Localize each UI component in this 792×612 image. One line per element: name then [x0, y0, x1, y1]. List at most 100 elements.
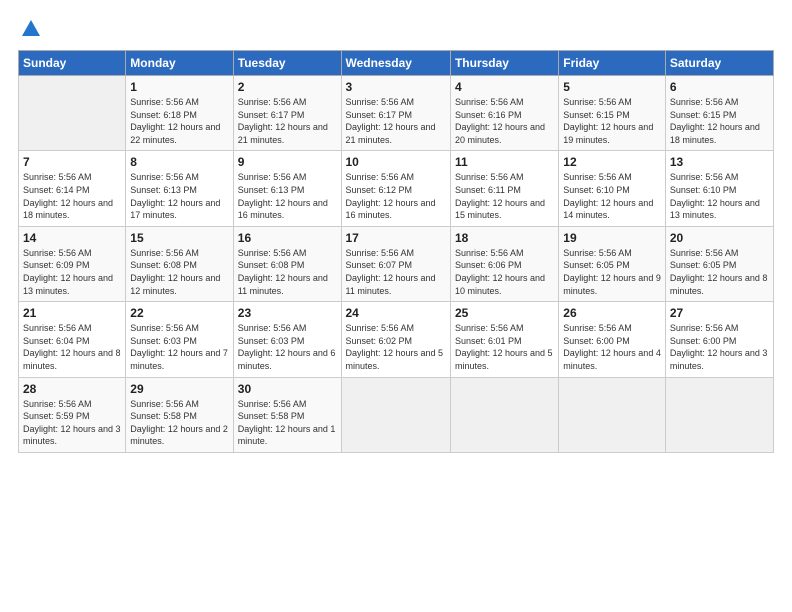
- calendar-cell: 29 Sunrise: 5:56 AM Sunset: 5:58 PM Dayli…: [126, 377, 233, 452]
- calendar-cell: 17 Sunrise: 5:56 AM Sunset: 6:07 PM Dayli…: [341, 226, 450, 301]
- calendar-cell: 21 Sunrise: 5:56 AM Sunset: 6:04 PM Dayli…: [19, 302, 126, 377]
- calendar-cell: 2Sunrise: 5:56 AM Sunset: 6:17 PM Daylig…: [233, 76, 341, 151]
- day-info: Sunrise: 5:56 AM Sunset: 6:18 PM Dayligh…: [130, 96, 228, 146]
- calendar-cell: [559, 377, 666, 452]
- calendar-cell: 4 Sunrise: 5:56 AM Sunset: 6:16 PM Daylig…: [450, 76, 558, 151]
- day-info: Sunrise: 5:56 AM Sunset: 6:16 PM Dayligh…: [455, 96, 554, 146]
- day-info: Sunrise: 5:56 AM Sunset: 6:11 PM Dayligh…: [455, 171, 554, 221]
- day-info: Sunrise: 5:56 AM Sunset: 6:12 PM Dayligh…: [346, 171, 446, 221]
- day-number: 28: [23, 382, 121, 396]
- calendar-cell: 3 Sunrise: 5:56 AM Sunset: 6:17 PM Daylig…: [341, 76, 450, 151]
- calendar-body: 1 Sunrise: 5:56 AM Sunset: 6:18 PM Daylig…: [19, 76, 774, 453]
- day-number: 29: [130, 382, 228, 396]
- calendar-cell: 23Sunrise: 5:56 AM Sunset: 6:03 PM Dayli…: [233, 302, 341, 377]
- weekday-header-wednesday: Wednesday: [341, 51, 450, 76]
- day-info: Sunrise: 5:56 AM Sunset: 6:08 PM Dayligh…: [238, 247, 337, 297]
- calendar-cell: 12 Sunrise: 5:56 AM Sunset: 6:10 PM Dayli…: [559, 151, 666, 226]
- calendar-cell: 15 Sunrise: 5:56 AM Sunset: 6:08 PM Dayli…: [126, 226, 233, 301]
- calendar-table: SundayMondayTuesdayWednesdayThursdayFrid…: [18, 50, 774, 453]
- calendar-page: SundayMondayTuesdayWednesdayThursdayFrid…: [0, 0, 792, 612]
- day-info: Sunrise: 5:56 AM Sunset: 6:06 PM Dayligh…: [455, 247, 554, 297]
- calendar-cell: 14 Sunrise: 5:56 AM Sunset: 6:09 PM Dayli…: [19, 226, 126, 301]
- logo-icon: [20, 18, 42, 40]
- day-number: 20: [670, 231, 769, 245]
- day-info: Sunrise: 5:56 AM Sunset: 6:14 PM Dayligh…: [23, 171, 121, 221]
- day-info: Sunrise: 5:56 AM Sunset: 6:10 PM Dayligh…: [563, 171, 661, 221]
- day-info: Sunrise: 5:56 AM Sunset: 6:03 PM Dayligh…: [130, 322, 228, 372]
- calendar-cell: 11 Sunrise: 5:56 AM Sunset: 6:11 PM Dayli…: [450, 151, 558, 226]
- calendar-cell: 30 Sunrise: 5:56 AM Sunset: 5:58 PM Dayli…: [233, 377, 341, 452]
- day-number: 4: [455, 80, 554, 94]
- calendar-cell: 28 Sunrise: 5:56 AM Sunset: 5:59 PM Dayli…: [19, 377, 126, 452]
- day-number: 11: [455, 155, 554, 169]
- day-info: Sunrise: 5:56 AM Sunset: 6:10 PM Dayligh…: [670, 171, 769, 221]
- day-number: 9: [238, 155, 337, 169]
- weekday-header-monday: Monday: [126, 51, 233, 76]
- calendar-cell: 8 Sunrise: 5:56 AM Sunset: 6:13 PM Daylig…: [126, 151, 233, 226]
- logo: [18, 18, 42, 40]
- calendar-cell: 10 Sunrise: 5:56 AM Sunset: 6:12 PM Dayli…: [341, 151, 450, 226]
- day-number: 8: [130, 155, 228, 169]
- day-info: Sunrise: 5:56 AM Sunset: 6:17 PM Dayligh…: [346, 96, 446, 146]
- calendar-cell: [450, 377, 558, 452]
- weekday-header-saturday: Saturday: [665, 51, 773, 76]
- day-number: 17: [346, 231, 446, 245]
- calendar-cell: 18 Sunrise: 5:56 AM Sunset: 6:06 PM Dayli…: [450, 226, 558, 301]
- day-number: 7: [23, 155, 121, 169]
- day-number: 19: [563, 231, 661, 245]
- day-number: 30: [238, 382, 337, 396]
- day-number: 1: [130, 80, 228, 94]
- calendar-cell: 27Sunrise: 5:56 AM Sunset: 6:00 PM Dayli…: [665, 302, 773, 377]
- calendar-cell: 6 Sunrise: 5:56 AM Sunset: 6:15 PM Daylig…: [665, 76, 773, 151]
- day-number: 21: [23, 306, 121, 320]
- week-row-3: 14 Sunrise: 5:56 AM Sunset: 6:09 PM Dayli…: [19, 226, 774, 301]
- day-info: Sunrise: 5:56 AM Sunset: 5:58 PM Dayligh…: [238, 398, 337, 448]
- day-info: Sunrise: 5:56 AM Sunset: 5:59 PM Dayligh…: [23, 398, 121, 448]
- day-number: 2: [238, 80, 337, 94]
- calendar-cell: 22Sunrise: 5:56 AM Sunset: 6:03 PM Dayli…: [126, 302, 233, 377]
- day-info: Sunrise: 5:56 AM Sunset: 6:05 PM Dayligh…: [563, 247, 661, 297]
- day-info: Sunrise: 5:56 AM Sunset: 6:04 PM Dayligh…: [23, 322, 121, 372]
- weekday-header-friday: Friday: [559, 51, 666, 76]
- day-number: 12: [563, 155, 661, 169]
- day-info: Sunrise: 5:56 AM Sunset: 6:07 PM Dayligh…: [346, 247, 446, 297]
- day-number: 16: [238, 231, 337, 245]
- calendar-cell: 16 Sunrise: 5:56 AM Sunset: 6:08 PM Dayli…: [233, 226, 341, 301]
- day-number: 3: [346, 80, 446, 94]
- calendar-cell: 9Sunrise: 5:56 AM Sunset: 6:13 PM Daylig…: [233, 151, 341, 226]
- calendar-cell: 7 Sunrise: 5:56 AM Sunset: 6:14 PM Daylig…: [19, 151, 126, 226]
- calendar-cell: [341, 377, 450, 452]
- day-info: Sunrise: 5:56 AM Sunset: 5:58 PM Dayligh…: [130, 398, 228, 448]
- day-info: Sunrise: 5:56 AM Sunset: 6:09 PM Dayligh…: [23, 247, 121, 297]
- weekday-header-thursday: Thursday: [450, 51, 558, 76]
- week-row-5: 28 Sunrise: 5:56 AM Sunset: 5:59 PM Dayli…: [19, 377, 774, 452]
- calendar-cell: 5 Sunrise: 5:56 AM Sunset: 6:15 PM Daylig…: [559, 76, 666, 151]
- calendar-cell: 26 Sunrise: 5:56 AM Sunset: 6:00 PM Dayli…: [559, 302, 666, 377]
- day-info: Sunrise: 5:56 AM Sunset: 6:15 PM Dayligh…: [670, 96, 769, 146]
- calendar-cell: [19, 76, 126, 151]
- day-info: Sunrise: 5:56 AM Sunset: 6:05 PM Dayligh…: [670, 247, 769, 297]
- day-info: Sunrise: 5:56 AM Sunset: 6:00 PM Dayligh…: [670, 322, 769, 372]
- calendar-cell: 19 Sunrise: 5:56 AM Sunset: 6:05 PM Dayli…: [559, 226, 666, 301]
- weekday-header-sunday: Sunday: [19, 51, 126, 76]
- day-info: Sunrise: 5:56 AM Sunset: 6:13 PM Dayligh…: [130, 171, 228, 221]
- week-row-1: 1 Sunrise: 5:56 AM Sunset: 6:18 PM Daylig…: [19, 76, 774, 151]
- day-number: 6: [670, 80, 769, 94]
- calendar-cell: 13Sunrise: 5:56 AM Sunset: 6:10 PM Dayli…: [665, 151, 773, 226]
- day-info: Sunrise: 5:56 AM Sunset: 6:08 PM Dayligh…: [130, 247, 228, 297]
- day-number: 14: [23, 231, 121, 245]
- day-number: 15: [130, 231, 228, 245]
- weekday-header-row: SundayMondayTuesdayWednesdayThursdayFrid…: [19, 51, 774, 76]
- day-info: Sunrise: 5:56 AM Sunset: 6:00 PM Dayligh…: [563, 322, 661, 372]
- day-number: 25: [455, 306, 554, 320]
- day-info: Sunrise: 5:56 AM Sunset: 6:15 PM Dayligh…: [563, 96, 661, 146]
- day-number: 26: [563, 306, 661, 320]
- day-number: 18: [455, 231, 554, 245]
- day-number: 24: [346, 306, 446, 320]
- day-number: 10: [346, 155, 446, 169]
- calendar-cell: 24Sunrise: 5:56 AM Sunset: 6:02 PM Dayli…: [341, 302, 450, 377]
- day-number: 5: [563, 80, 661, 94]
- day-number: 23: [238, 306, 337, 320]
- week-row-4: 21 Sunrise: 5:56 AM Sunset: 6:04 PM Dayli…: [19, 302, 774, 377]
- week-row-2: 7 Sunrise: 5:56 AM Sunset: 6:14 PM Daylig…: [19, 151, 774, 226]
